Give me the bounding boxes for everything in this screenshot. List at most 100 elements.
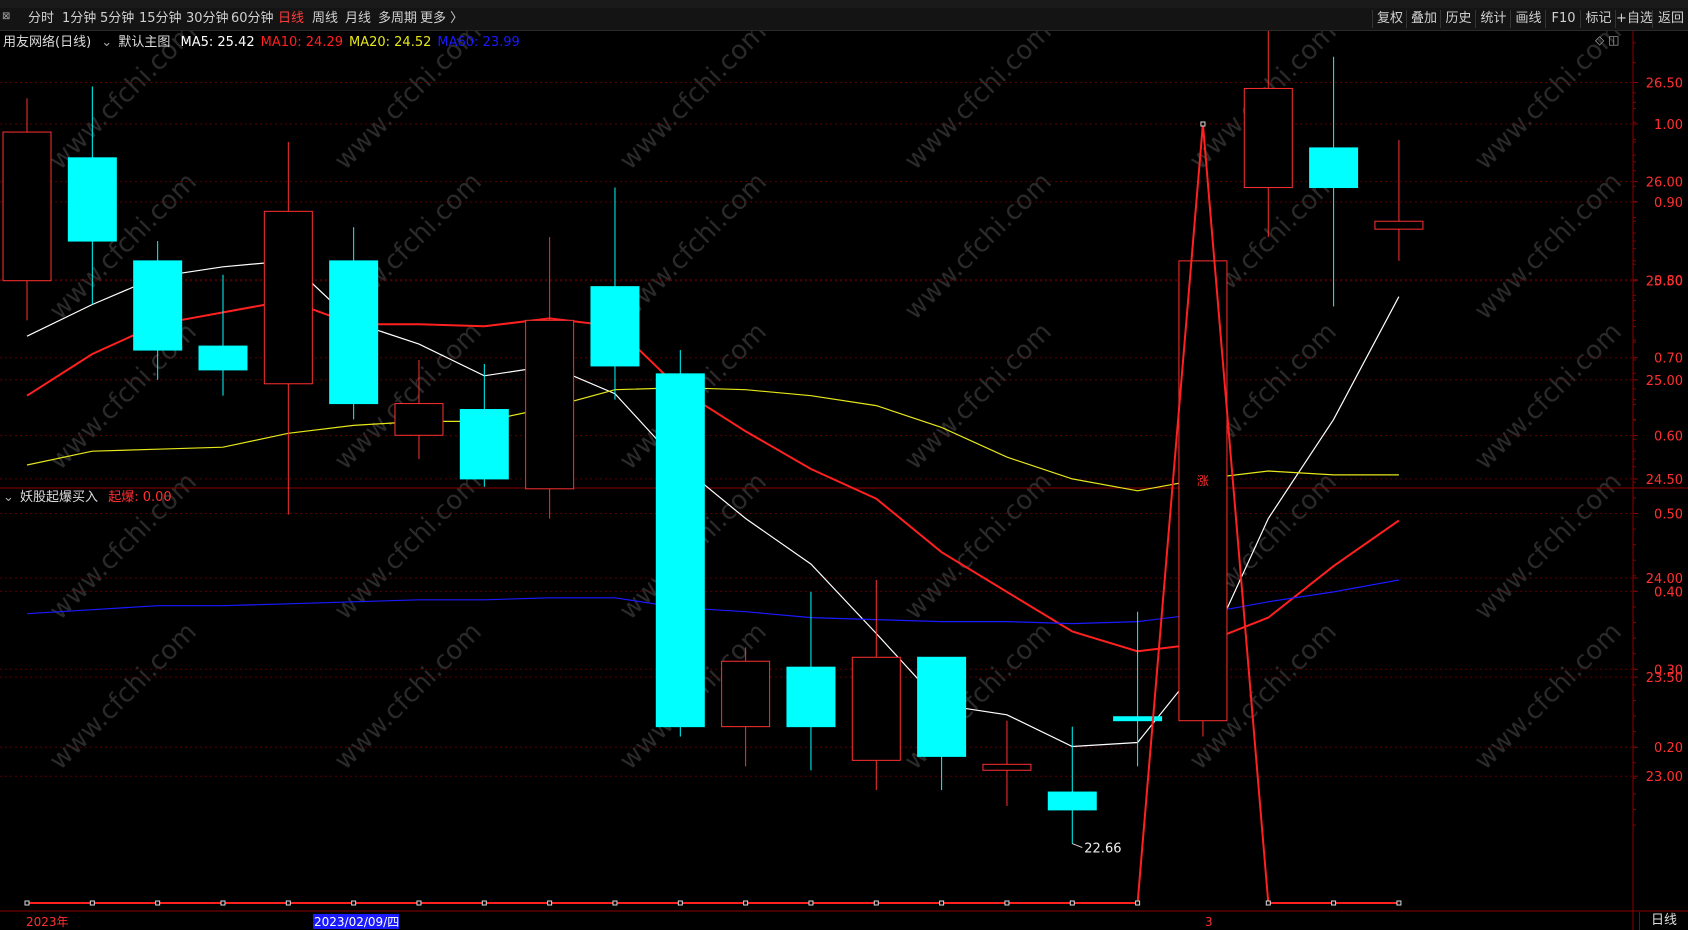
candle: [721, 647, 771, 767]
tool-button[interactable]: F10: [1545, 10, 1581, 28]
candle: [2, 98, 52, 321]
indicator-point: [285, 900, 291, 906]
sub-y-axis: 1.00 0.90 0.80 0.70 0.60 0.50 0.40 0.30 0.20: [1633, 92, 1683, 826]
watermark-layer: www.cfchi.comwww.cfchi.comwww.cfchi.comw…: [44, 31, 1628, 776]
candle-body: [263, 210, 313, 385]
candle-body: [1309, 147, 1359, 189]
period-button[interactable]: 60分钟: [231, 10, 274, 28]
watermark-text: www.cfchi.com: [614, 31, 773, 176]
indicator-point: [1069, 900, 1075, 906]
chart-corner-icons: ◇ ◫: [1595, 33, 1619, 47]
indicator-point: [1135, 900, 1141, 906]
indicator-value: 0.00: [142, 490, 172, 505]
candle-body: [198, 345, 248, 371]
tool-button[interactable]: 返回: [1652, 10, 1688, 28]
y-tick-label: 0.30: [1654, 663, 1683, 678]
ma-legend-item: MA60: 23.99: [437, 35, 520, 50]
main-template-label[interactable]: 默认主图: [118, 35, 170, 50]
candle-body: [329, 260, 379, 405]
indicator-point: [677, 900, 683, 906]
period-button[interactable]: 更多 〉: [420, 10, 463, 28]
sub-grid: [0, 123, 1633, 748]
period-button[interactable]: 1分钟: [62, 10, 96, 28]
period-indicator[interactable]: 日线: [1639, 912, 1688, 930]
ma-legend: MA5: 25.42 MA10: 24.29 MA20: 24.52 MA60: 23…: [181, 35, 526, 50]
candle: [263, 141, 313, 515]
watermark-text: www.cfchi.com: [329, 31, 488, 176]
indicator-point: [547, 900, 553, 906]
watermark-text: www.cfchi.com: [1469, 317, 1628, 476]
candle-body: [1047, 791, 1097, 811]
indicator-point: [220, 900, 226, 906]
y-tick-label: 26.50: [1646, 77, 1683, 92]
candle-body: [786, 666, 836, 728]
top-menu-strip: [0, 0, 1688, 8]
period-button[interactable]: 30分钟: [186, 10, 229, 28]
kline-chart: www.cfchi.comwww.cfchi.comwww.cfchi.comw…: [0, 31, 1688, 930]
indicator-point: [1396, 900, 1402, 906]
indicator-point: [939, 900, 945, 906]
candle: [655, 350, 705, 737]
chevron-down-icon[interactable]: ⌄: [3, 490, 14, 505]
y-tick-label: 1.00: [1654, 118, 1683, 133]
y-tick-label: 0.60: [1654, 430, 1683, 445]
indicator-point: [89, 900, 95, 906]
tool-button[interactable]: 历史: [1440, 10, 1476, 28]
period-button[interactable]: 5分钟: [100, 10, 134, 28]
watermark-text: www.cfchi.com: [899, 467, 1058, 626]
period-button[interactable]: 15分钟: [139, 10, 182, 28]
annotation-arrow: [1072, 843, 1083, 849]
main-chart-title[interactable]: 用友网络(日线): [3, 35, 91, 50]
candle-body: [459, 409, 509, 480]
watermark-text: www.cfchi.com: [44, 31, 203, 176]
x-tick-label: 2023年: [26, 915, 69, 929]
period-toolbar: ⊠ 分时 1分钟 5分钟 15分钟 30分钟 60分钟 日线 周线 月线 多周期 更多 〉 复权 叠加…: [0, 8, 1688, 31]
indicator-point: [1200, 121, 1206, 127]
watermark-text: www.cfchi.com: [1469, 467, 1628, 626]
candle: [1374, 139, 1424, 261]
indicator-point: [1265, 900, 1271, 906]
watermark-text: www.cfchi.com: [899, 167, 1058, 326]
candle-body: [133, 260, 183, 351]
candle: [198, 274, 248, 396]
y-tick-label: 26.00: [1646, 176, 1683, 191]
watermark-text: www.cfchi.com: [1469, 617, 1628, 776]
indicator-title[interactable]: 妖股起爆买入: [20, 490, 98, 505]
period-button[interactable]: 月线: [345, 10, 371, 28]
candle: [1309, 56, 1359, 307]
candle: [851, 579, 901, 791]
tool-button[interactable]: 叠加: [1406, 10, 1441, 28]
y-tick-label: 0.20: [1654, 741, 1683, 756]
indicator-point: [743, 900, 749, 906]
tool-button[interactable]: +自选: [1615, 10, 1653, 28]
tool-button[interactable]: 标记: [1580, 10, 1616, 28]
indicator-point: [351, 900, 357, 906]
indicator-point: [155, 900, 161, 906]
period-button[interactable]: 周线: [312, 10, 338, 28]
expand-icon[interactable]: ⊠: [2, 11, 18, 25]
ma-legend-item: MA20: 24.52: [349, 35, 432, 50]
candle-body: [394, 403, 444, 436]
watermark-text: www.cfchi.com: [1469, 31, 1628, 176]
period-button[interactable]: 日线: [278, 10, 304, 28]
indicator-point: [416, 900, 422, 906]
chevron-down-icon[interactable]: ⌄: [101, 35, 112, 50]
indicator-point: [481, 900, 487, 906]
y-tick-label: 0.40: [1654, 585, 1683, 600]
candle-body: [655, 373, 705, 728]
diamond-icon[interactable]: ◇: [1595, 33, 1604, 47]
x-axis: 2023年 2023/02/09/四 3: [26, 914, 1213, 929]
indicator-point: [24, 900, 30, 906]
ma-legend-item: MA10: 24.29: [260, 35, 343, 50]
watermark-text: www.cfchi.com: [899, 31, 1058, 176]
tool-button[interactable]: 复权: [1372, 10, 1407, 28]
period-button[interactable]: 多周期: [378, 10, 417, 28]
tool-button[interactable]: 画线: [1510, 10, 1546, 28]
y-tick-label: 0.70: [1654, 352, 1683, 367]
tool-button[interactable]: 统计: [1475, 10, 1511, 28]
window-icon[interactable]: ◫: [1608, 33, 1619, 47]
period-button[interactable]: 分时: [28, 10, 54, 28]
indicator-label: 起爆:: [108, 490, 139, 505]
indicator-point: [612, 900, 618, 906]
candle-body: [1113, 716, 1163, 722]
